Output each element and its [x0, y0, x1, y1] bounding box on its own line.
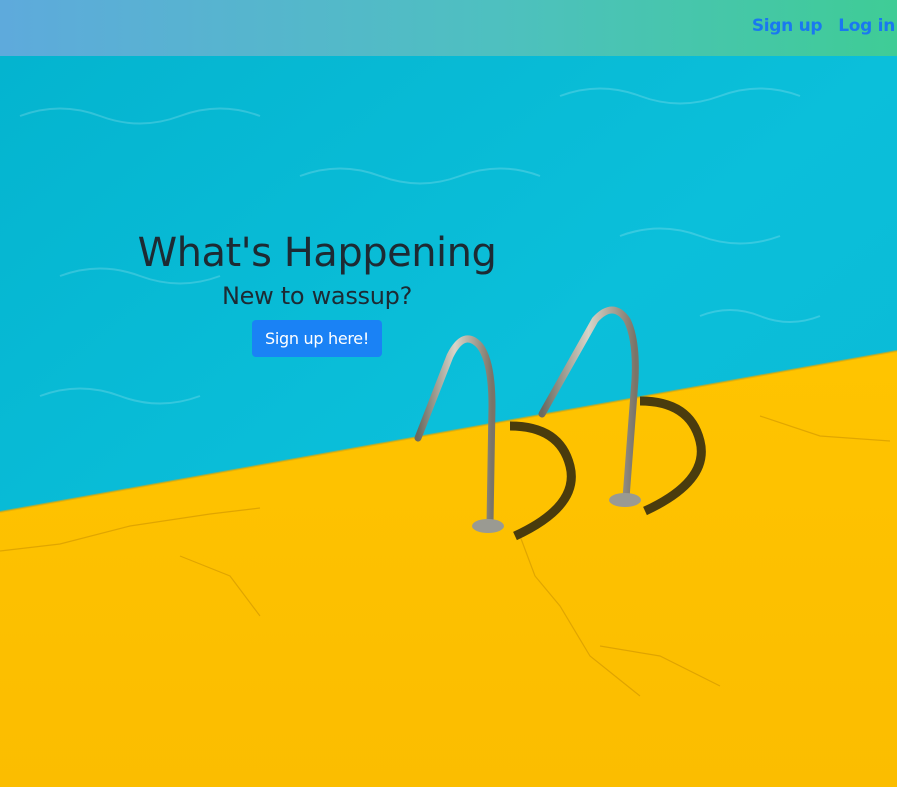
ladder-base — [609, 493, 641, 507]
hero-subtitle: New to wassup? — [221, 282, 413, 310]
signup-link[interactable]: Sign up — [752, 16, 823, 36]
signup-here-button[interactable]: Sign up here! — [252, 320, 382, 357]
hero-title: What's Happening — [137, 230, 497, 276]
pool-hero-image — [0, 56, 897, 787]
nav-links: Sign up Log in — [752, 16, 895, 36]
top-navbar: Sign up Log in — [0, 0, 897, 56]
login-link[interactable]: Log in — [838, 16, 895, 36]
ladder-base — [472, 519, 504, 533]
hero-section: What's Happening New to wassup? Sign up … — [117, 230, 517, 357]
landing-page: Sign up Log in What's Happening New to w… — [0, 0, 897, 787]
